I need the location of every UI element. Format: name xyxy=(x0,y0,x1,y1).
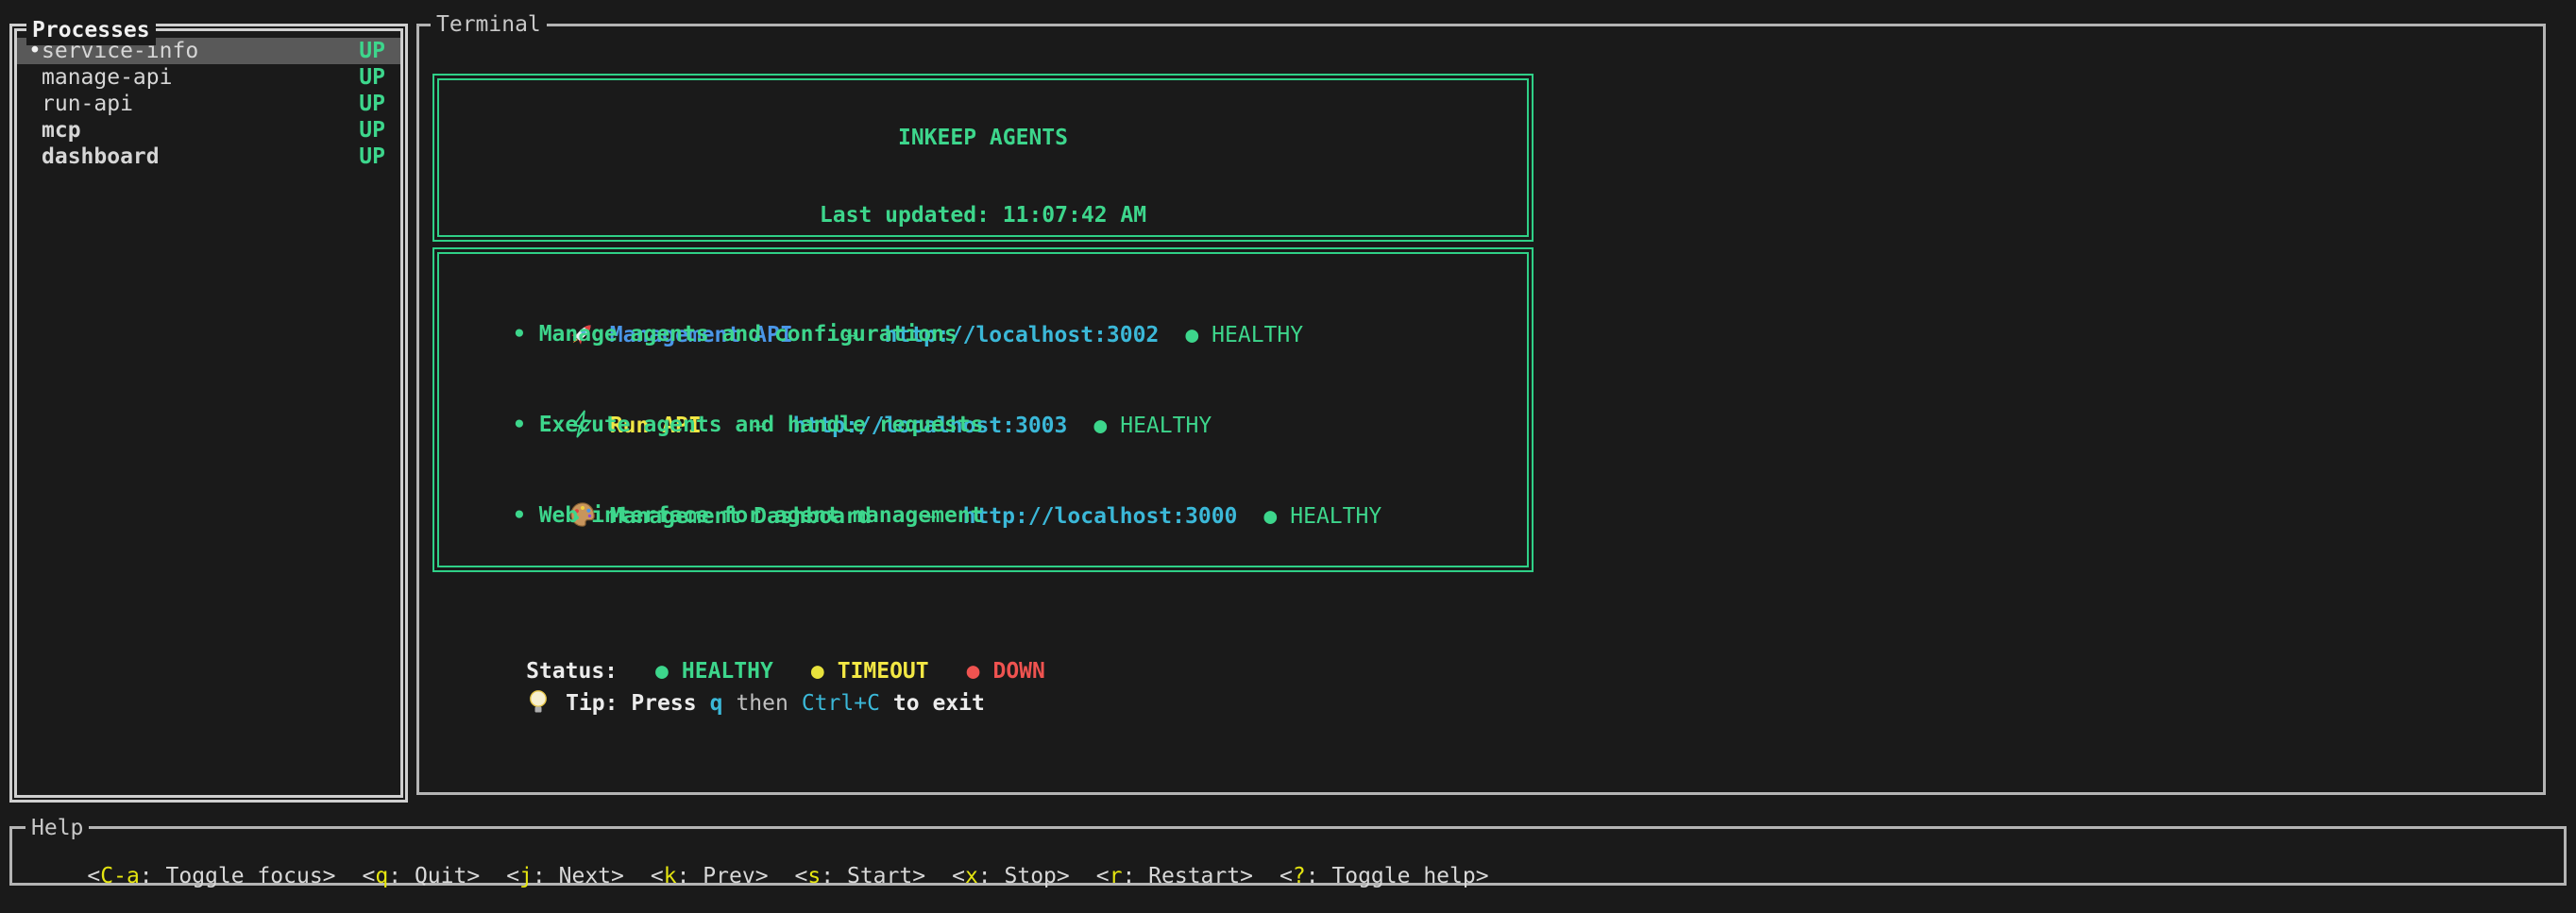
terminal-content: INKEEP AGENTS Last updated: 11:07:42 AM … xyxy=(419,26,2543,687)
blank-line xyxy=(439,158,1527,196)
process-name: mcp xyxy=(42,117,81,144)
shortcut-key: k xyxy=(664,864,677,888)
shortcut-key: s xyxy=(807,864,821,888)
shortcut-toggle-help: <?: Toggle help> xyxy=(1280,864,1489,888)
shortcut-next: <j: Next> xyxy=(506,864,624,888)
process-row-dashboard[interactable]: dashboard UP xyxy=(17,144,400,170)
process-status-badge: UP xyxy=(359,64,385,91)
blank-line xyxy=(439,349,1527,380)
yellow-dot-icon: ● xyxy=(811,659,824,684)
blank-line xyxy=(439,440,1527,470)
terminal-panel-title: Terminal xyxy=(431,9,547,40)
service-description: • Execute agents and handle requests xyxy=(439,410,1527,440)
shortcut-quit: <q: Quit> xyxy=(363,864,481,888)
shortcut-key: j xyxy=(519,864,533,888)
blank-line xyxy=(439,531,1527,561)
legend-timeout: ●TIMEOUT xyxy=(811,659,929,684)
shortcut-restart: <r: Restart> xyxy=(1096,864,1253,888)
process-row-manage-api[interactable]: manage-api UP xyxy=(17,64,400,91)
shortcut-key: x xyxy=(965,864,978,888)
service-url[interactable]: http://localhost:3000 xyxy=(963,504,1238,529)
tip-key-q: q xyxy=(710,691,723,716)
processes-panel: Processes •service-info UP manage-api UP… xyxy=(9,24,408,803)
tip-suffix: to exit xyxy=(893,691,985,716)
legend-down: ●DOWN xyxy=(967,659,1045,684)
tip-middle: then xyxy=(736,691,788,716)
health-dot-icon: ● xyxy=(1093,414,1107,438)
blank-line xyxy=(439,259,1527,289)
service-health: HEALTHY xyxy=(1120,414,1212,438)
process-status-badge: UP xyxy=(359,38,385,64)
process-row-mcp[interactable]: mcp UP xyxy=(17,117,400,144)
service-line-management-api: Management API→http://localhost:3002●HEA… xyxy=(439,289,1527,319)
green-dot-icon: ● xyxy=(655,659,669,684)
process-status-badge: UP xyxy=(359,144,385,170)
terminal-panel[interactable]: Terminal INKEEP AGENTS Last updated: 11:… xyxy=(416,24,2546,795)
app-title: INKEEP AGENTS xyxy=(439,119,1527,158)
process-list: •service-info UP manage-api UP run-api U… xyxy=(17,31,400,170)
red-dot-icon: ● xyxy=(967,659,980,684)
process-name: run-api xyxy=(42,91,133,117)
status-label: Status: xyxy=(526,659,618,684)
process-row-run-api[interactable]: run-api UP xyxy=(17,91,400,117)
help-panel-title: Help xyxy=(25,813,89,843)
tip-ctrl-c: Ctrl+C xyxy=(802,691,880,716)
lightbulb-icon xyxy=(526,688,551,715)
status-legend: Status:●HEALTHY●TIMEOUT●DOWN xyxy=(432,623,2543,655)
shortcut-key: C-a xyxy=(100,864,140,888)
service-health: HEALTHY xyxy=(1212,323,1303,347)
header-box: INKEEP AGENTS Last updated: 11:07:42 AM xyxy=(432,74,1534,242)
process-status-badge: UP xyxy=(359,117,385,144)
shortcut-key: q xyxy=(375,864,388,888)
last-updated: Last updated: 11:07:42 AM xyxy=(439,196,1527,235)
process-status-badge: UP xyxy=(359,91,385,117)
blank-line xyxy=(439,80,1527,119)
shortcut-key: r xyxy=(1110,864,1123,888)
service-line-dashboard: Management Dashboard→http://localhost:30… xyxy=(439,470,1527,500)
shortcut-stop: <x: Stop> xyxy=(952,864,1070,888)
services-box: Management API→http://localhost:3002●HEA… xyxy=(432,247,1534,572)
service-line-run-api: Run API→http://localhost:3003●HEALTHY xyxy=(439,380,1527,410)
shortcut-key: ? xyxy=(1293,864,1306,888)
tip-prefix: Tip: Press xyxy=(566,691,696,716)
processes-panel-title: Processes xyxy=(26,15,156,45)
legend-healthy: ●HEALTHY xyxy=(655,659,773,684)
help-shortcuts: <C-a: Toggle focus> <q: Quit> <j: Next> <k:… xyxy=(12,829,2564,913)
shortcut-toggle-focus: <C-a: Toggle focus> xyxy=(87,864,335,888)
process-name: dashboard xyxy=(42,144,160,170)
process-name: manage-api xyxy=(42,64,172,91)
health-dot-icon: ● xyxy=(1185,323,1198,347)
service-health: HEALTHY xyxy=(1290,504,1381,529)
shortcut-start: <s: Start> xyxy=(795,864,926,888)
shortcut-prev: <k: Prev> xyxy=(651,864,769,888)
health-dot-icon: ● xyxy=(1263,504,1277,529)
help-panel: Help <C-a: Toggle focus><q: Quit><j: Nex… xyxy=(9,826,2567,886)
